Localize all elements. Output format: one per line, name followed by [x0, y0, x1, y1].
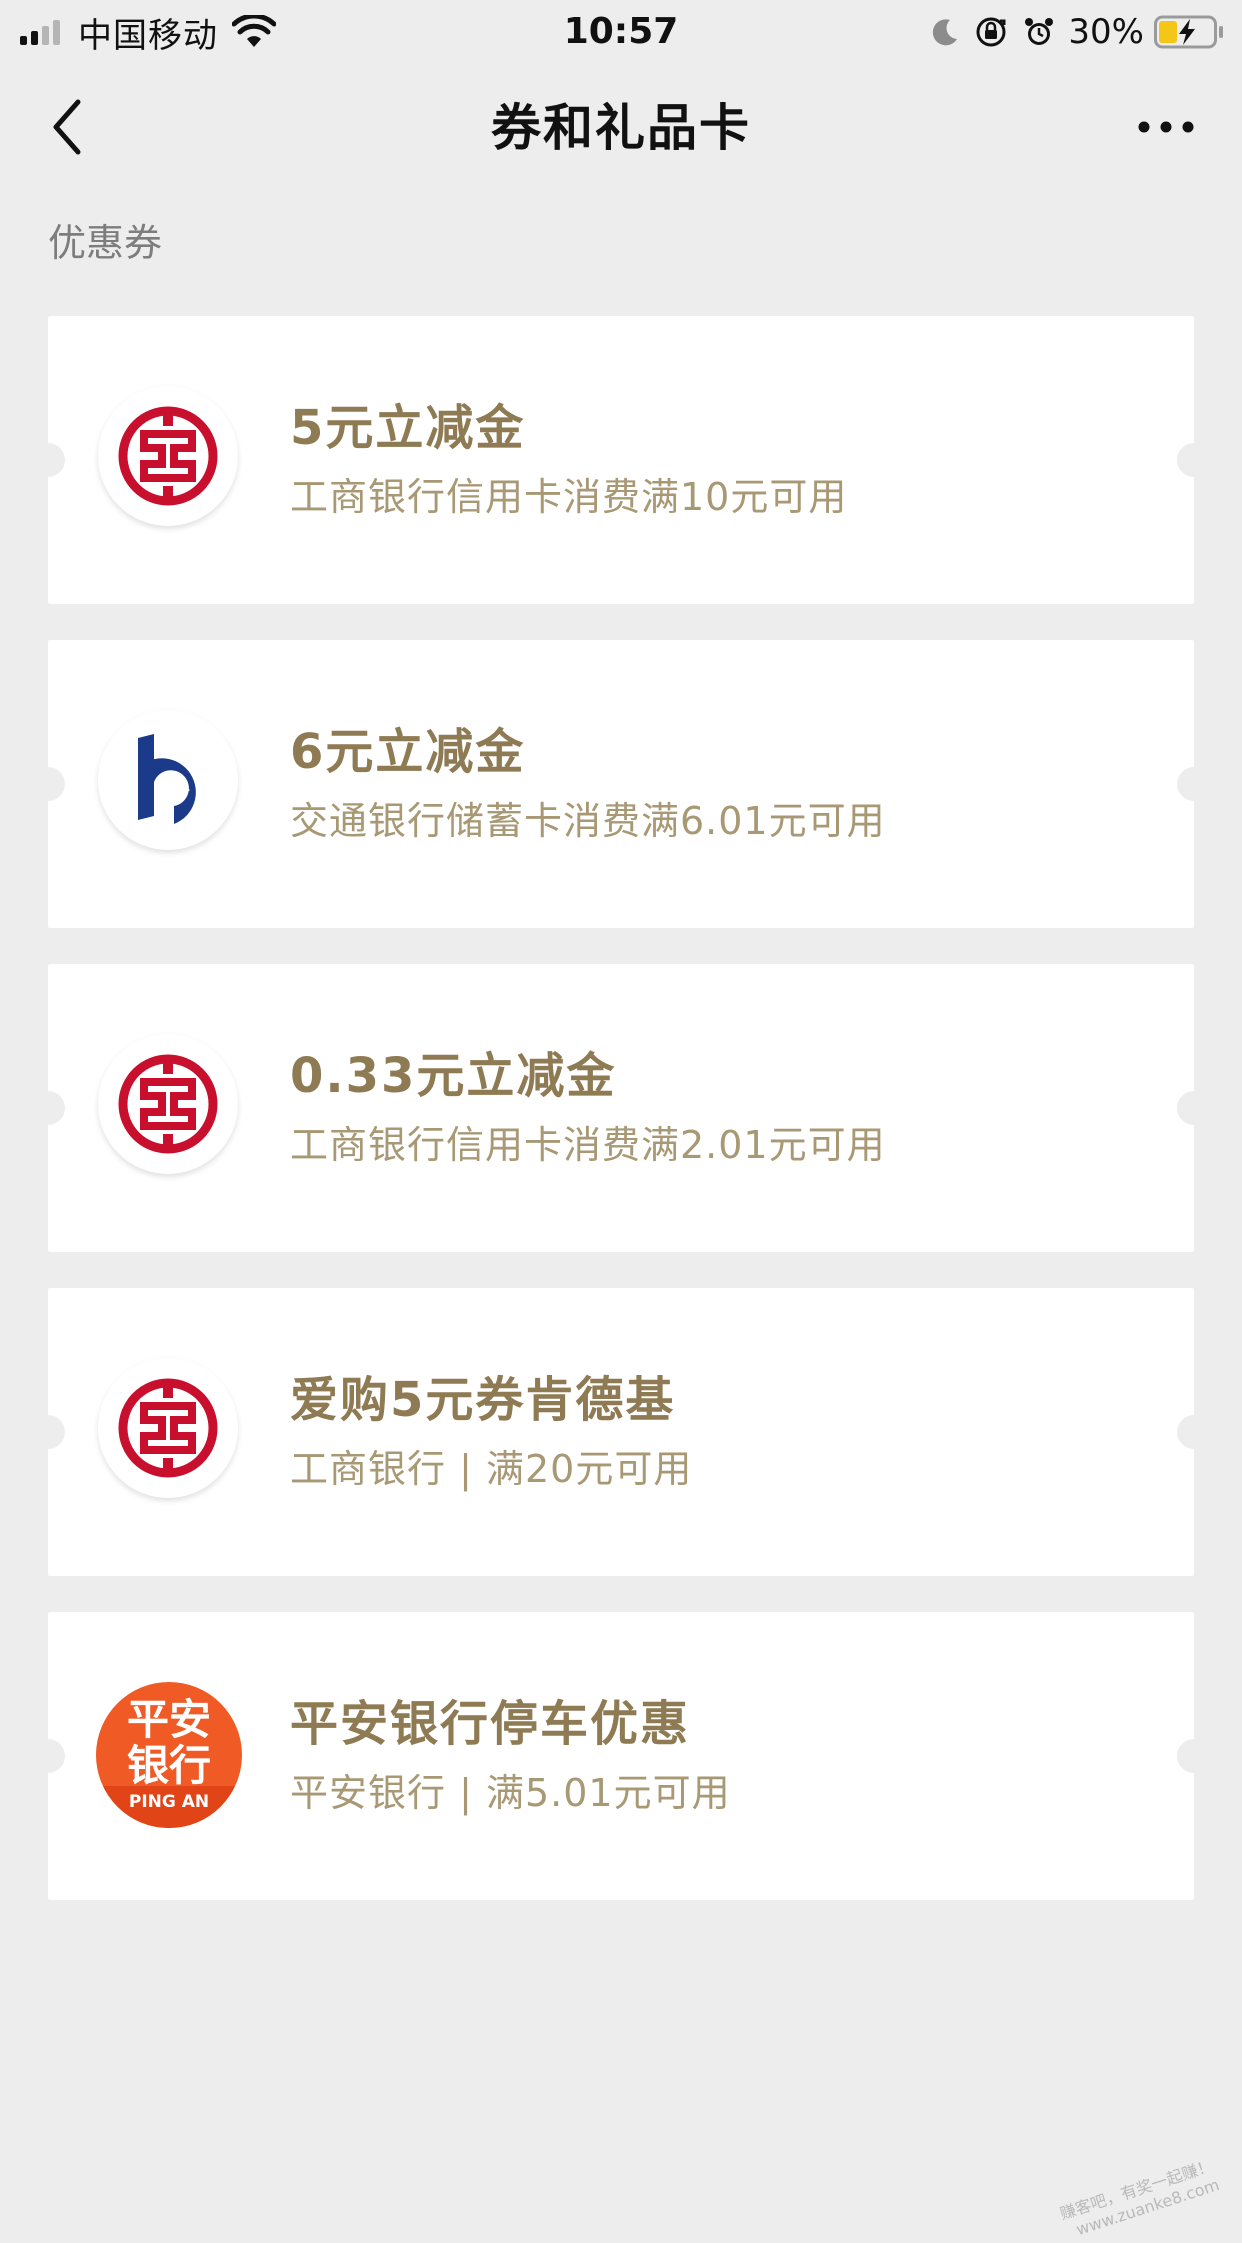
coupon-title: 6元立减金	[290, 724, 526, 780]
coupon-title: 爱购5元券肯德基	[290, 1372, 676, 1428]
ticket-notch	[1177, 1739, 1211, 1773]
icbc-logo-icon	[98, 386, 238, 526]
coupon-card[interactable]: 5元立减金 工商银行信用卡消费满10元可用	[31, 316, 1211, 604]
battery-charging-icon	[1154, 15, 1223, 49]
ticket-notch	[1177, 767, 1211, 801]
status-bar: 中国移动 10:57 30%	[0, 0, 1242, 62]
coupon-desc: 工商银行信用卡消费满2.01元可用	[290, 1123, 886, 1167]
icbc-logo-icon	[98, 1358, 238, 1498]
ticket-notch	[31, 767, 65, 801]
coupon-list: 5元立减金 工商银行信用卡消费满10元可用 6元立减金 交通银行储蓄卡消费满6.…	[31, 316, 1211, 1936]
ticket-notch	[1177, 1415, 1211, 1449]
section-label-coupons: 优惠券	[48, 221, 163, 265]
ticket-notch	[31, 443, 65, 477]
coupon-card[interactable]: 爱购5元券肯德基 工商银行 | 满20元可用	[31, 1288, 1211, 1576]
pingan-logo-text: 银行	[126, 1741, 211, 1790]
rotation-lock-icon	[976, 17, 1006, 47]
page-title: 券和礼品卡	[491, 99, 751, 157]
alarm-icon	[1025, 18, 1054, 45]
coupon-card[interactable]: 0.33元立减金 工商银行信用卡消费满2.01元可用	[31, 964, 1211, 1252]
watermark: 赚客吧，有奖一起赚！ www.zuanke8.com	[1057, 2156, 1222, 2243]
ticket-notch	[31, 1739, 65, 1773]
coupon-desc: 平安银行 | 满5.01元可用	[290, 1771, 731, 1815]
ticket-notch	[1177, 443, 1211, 477]
pingan-logo-text: PING AN	[128, 1792, 210, 1812]
pingan-logo-text: 平安	[126, 1695, 211, 1744]
pingan-logo-icon: 平安 银行 PING AN	[96, 1682, 242, 1828]
nav-bar: 券和礼品卡	[0, 62, 1242, 190]
more-button[interactable]	[1126, 102, 1206, 152]
more-dots-icon	[1138, 121, 1194, 133]
status-right: 30%	[916, 10, 1224, 54]
coupon-card[interactable]: 6元立减金 交通银行储蓄卡消费满6.01元可用	[31, 640, 1211, 928]
ticket-notch	[31, 1415, 65, 1449]
coupon-card[interactable]: 平安 银行 PING AN 平安银行停车优惠 平安银行 | 满5.01元可用	[31, 1612, 1211, 1900]
coupon-desc: 工商银行信用卡消费满10元可用	[290, 475, 848, 519]
moon-icon	[933, 19, 958, 46]
icbc-logo-icon	[98, 1034, 238, 1174]
ticket-notch	[31, 1091, 65, 1125]
coupon-desc: 交通银行储蓄卡消费满6.01元可用	[290, 799, 886, 843]
coupon-title: 0.33元立减金	[290, 1048, 617, 1104]
coupon-title: 5元立减金	[290, 400, 526, 456]
coupon-title: 平安银行停车优惠	[290, 1696, 691, 1752]
battery-percent: 30%	[1068, 12, 1144, 52]
bocom-logo-icon	[98, 710, 238, 850]
ticket-notch	[1177, 1091, 1211, 1125]
coupon-desc: 工商银行 | 满20元可用	[290, 1447, 693, 1491]
